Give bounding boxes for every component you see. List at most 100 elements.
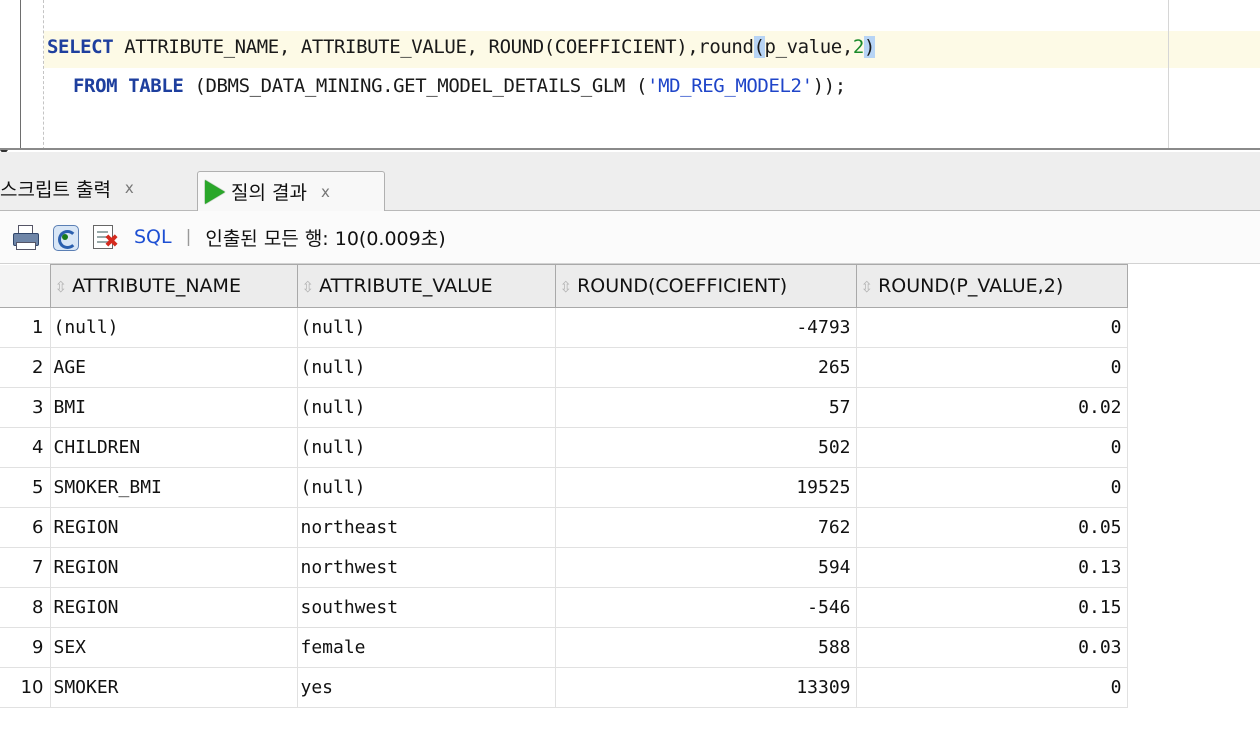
cell-p-value[interactable]: 0.15 bbox=[855, 587, 1128, 628]
close-icon[interactable]: x bbox=[125, 179, 134, 197]
cell-coefficient[interactable]: -546 bbox=[554, 587, 857, 628]
round-arg: p_value, bbox=[764, 36, 854, 58]
string-literal: 'MD_REG_MODEL2' bbox=[647, 75, 813, 97]
cell-p-value[interactable]: 0 bbox=[855, 307, 1128, 348]
keyword-table: TABLE bbox=[128, 75, 184, 97]
toolbar-separator: | bbox=[185, 227, 192, 247]
close-icon[interactable]: x bbox=[321, 183, 330, 201]
tab-script-output[interactable]: 스크립트 출력 x bbox=[0, 166, 195, 210]
print-icon[interactable] bbox=[10, 222, 40, 252]
column-header-attribute-value[interactable]: ⇳ ATTRIBUTE_VALUE bbox=[296, 264, 556, 308]
cell-attribute-name[interactable]: REGION bbox=[49, 587, 298, 628]
select-columns: ATTRIBUTE_NAME, ATTRIBUTE_VALUE, ROUND(C… bbox=[113, 36, 754, 58]
refresh-icon[interactable] bbox=[50, 222, 80, 252]
table-row[interactable]: 4 CHILDREN (null) 502 0 bbox=[0, 427, 1128, 468]
tab-query-result[interactable]: 질의 결과 x bbox=[197, 171, 385, 211]
row-number: 9 bbox=[0, 627, 51, 668]
cell-p-value[interactable]: 0.03 bbox=[855, 627, 1128, 668]
cell-attribute-value[interactable]: (null) bbox=[296, 387, 556, 428]
row-number: 3 bbox=[0, 387, 51, 428]
cell-coefficient[interactable]: 19525 bbox=[554, 467, 857, 508]
sort-icon[interactable]: ⇳ bbox=[861, 278, 874, 296]
sql-link[interactable]: SQL bbox=[134, 226, 172, 248]
cell-p-value[interactable]: 0.13 bbox=[855, 547, 1128, 588]
cell-attribute-value[interactable]: female bbox=[296, 627, 556, 668]
cell-attribute-value[interactable]: southwest bbox=[296, 587, 556, 628]
cell-attribute-value[interactable]: (null) bbox=[296, 347, 556, 388]
row-number-header bbox=[0, 264, 51, 308]
table-row[interactable]: 8 REGION southwest -546 0.15 bbox=[0, 587, 1128, 628]
result-toolbar: ✖ SQL | 인출된 모든 행: 10(0.009초) bbox=[0, 211, 1260, 264]
column-header-round-coefficient[interactable]: ⇳ ROUND(COEFFICIENT) bbox=[554, 264, 857, 308]
sort-icon[interactable]: ⇳ bbox=[560, 278, 573, 296]
cell-p-value[interactable]: 0 bbox=[855, 347, 1128, 388]
row-number: 8 bbox=[0, 587, 51, 628]
cell-coefficient[interactable]: 594 bbox=[554, 547, 857, 588]
cell-p-value[interactable]: 0.05 bbox=[855, 507, 1128, 548]
table-row[interactable]: 2 AGE (null) 265 0 bbox=[0, 347, 1128, 388]
cell-attribute-name[interactable]: REGION bbox=[49, 547, 298, 588]
keyword-from: FROM bbox=[73, 75, 118, 97]
column-header-attribute-name[interactable]: ⇳ ATTRIBUTE_NAME bbox=[49, 264, 298, 308]
fetch-status: 인출된 모든 행: 10(0.009초) bbox=[205, 227, 446, 250]
cell-attribute-name[interactable]: SMOKER_BMI bbox=[49, 467, 298, 508]
cell-coefficient[interactable]: -4793 bbox=[554, 307, 857, 348]
matched-open-paren: ( bbox=[753, 36, 765, 58]
sort-icon[interactable]: ⇳ bbox=[302, 278, 315, 296]
cell-p-value[interactable]: 0 bbox=[855, 427, 1128, 468]
tab-label: 스크립트 출력 bbox=[0, 178, 111, 201]
cell-attribute-value[interactable]: (null) bbox=[296, 307, 556, 348]
statement-end: )); bbox=[812, 75, 847, 97]
matched-close-paren: ) bbox=[863, 36, 875, 58]
output-tab-bar: 스크립트 출력 x 질의 결과 x bbox=[0, 152, 1260, 211]
run-icon bbox=[205, 179, 225, 204]
code-line-1[interactable]: SELECT ATTRIBUTE_NAME, ATTRIBUTE_VALUE, … bbox=[47, 36, 875, 58]
row-number: 5 bbox=[0, 467, 51, 508]
cell-attribute-value[interactable]: yes bbox=[296, 667, 556, 708]
tab-label: 질의 결과 bbox=[231, 182, 307, 204]
row-number: 6 bbox=[0, 507, 51, 548]
cell-attribute-name[interactable]: CHILDREN bbox=[49, 427, 298, 468]
cell-attribute-name[interactable]: BMI bbox=[49, 387, 298, 428]
cell-attribute-name[interactable]: REGION bbox=[49, 507, 298, 548]
grid-header-row: ⇳ ATTRIBUTE_NAME ⇳ ATTRIBUTE_VALUE ⇳ ROUND(… bbox=[0, 264, 1128, 308]
table-row[interactable]: 5 SMOKER_BMI (null) 19525 0 bbox=[0, 467, 1128, 508]
cell-attribute-value[interactable]: northeast bbox=[296, 507, 556, 548]
cell-coefficient[interactable]: 265 bbox=[554, 347, 857, 388]
table-row[interactable]: 9 SEX female 588 0.03 bbox=[0, 627, 1128, 668]
cell-attribute-name[interactable]: (null) bbox=[49, 307, 298, 348]
cell-attribute-name[interactable]: AGE bbox=[49, 347, 298, 388]
table-row[interactable]: 10 SMOKER yes 13309 0 bbox=[0, 667, 1128, 708]
cell-attribute-value[interactable]: (null) bbox=[296, 467, 556, 508]
cell-attribute-name[interactable]: SEX bbox=[49, 627, 298, 668]
results-grid: ⇳ ATTRIBUTE_NAME ⇳ ATTRIBUTE_VALUE ⇳ ROUND(… bbox=[0, 264, 1128, 708]
clear-export-icon[interactable]: ✖ bbox=[90, 222, 120, 252]
editor-right-margin bbox=[1168, 0, 1169, 150]
cell-p-value[interactable]: 0 bbox=[855, 467, 1128, 508]
cell-coefficient[interactable]: 502 bbox=[554, 427, 857, 468]
sql-editor[interactable]: SELECT ATTRIBUTE_NAME, ATTRIBUTE_VALUE, … bbox=[0, 0, 1260, 150]
cell-coefficient[interactable]: 13309 bbox=[554, 667, 857, 708]
row-number: 4 bbox=[0, 427, 51, 468]
cell-attribute-name[interactable]: SMOKER bbox=[49, 667, 298, 708]
cell-coefficient[interactable]: 588 bbox=[554, 627, 857, 668]
results-grid-area: ⇳ ATTRIBUTE_NAME ⇳ ATTRIBUTE_VALUE ⇳ ROUND(… bbox=[0, 264, 1260, 746]
fold-guide bbox=[43, 0, 44, 150]
row-number: 7 bbox=[0, 547, 51, 588]
table-row[interactable]: 6 REGION northeast 762 0.05 bbox=[0, 507, 1128, 548]
sort-icon[interactable]: ⇳ bbox=[55, 278, 68, 296]
cell-attribute-value[interactable]: (null) bbox=[296, 427, 556, 468]
table-row[interactable]: 3 BMI (null) 57 0.02 bbox=[0, 387, 1128, 428]
row-number: 1 bbox=[0, 307, 51, 348]
table-row[interactable]: 1 (null) (null) -4793 0 bbox=[0, 307, 1128, 348]
table-row[interactable]: 7 REGION northwest 594 0.13 bbox=[0, 547, 1128, 588]
column-header-round-p-value[interactable]: ⇳ ROUND(P_VALUE,2) bbox=[855, 264, 1128, 308]
cell-p-value[interactable]: 0.02 bbox=[855, 387, 1128, 428]
cell-p-value[interactable]: 0 bbox=[855, 667, 1128, 708]
cell-attribute-value[interactable]: northwest bbox=[296, 547, 556, 588]
row-number: 2 bbox=[0, 347, 51, 388]
code-line-2[interactable]: FROM TABLE (DBMS_DATA_MINING.GET_MODEL_D… bbox=[73, 75, 846, 97]
cell-coefficient[interactable]: 57 bbox=[554, 387, 857, 428]
cell-coefficient[interactable]: 762 bbox=[554, 507, 857, 548]
split-divider[interactable] bbox=[0, 148, 1260, 150]
